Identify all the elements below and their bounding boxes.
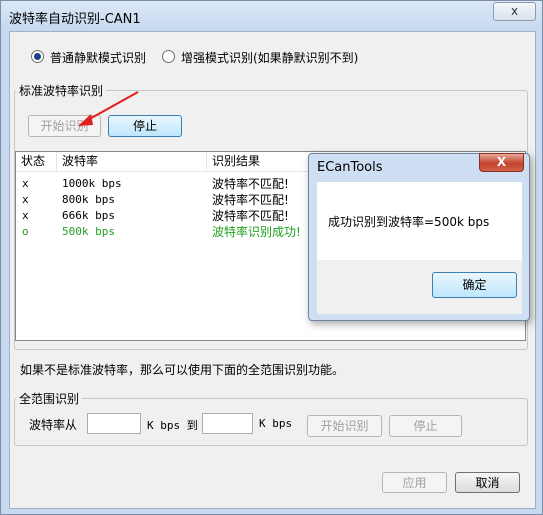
- radio-enhanced-mode[interactable]: [162, 50, 175, 63]
- from-rate-input[interactable]: [87, 413, 141, 434]
- dialog-title: ECanTools: [317, 160, 383, 175]
- row-result: 波特率识别成功!: [212, 225, 301, 239]
- row-status: x: [22, 193, 29, 206]
- row-rate: 500k bps: [62, 225, 115, 238]
- cancel-button[interactable]: 取消: [455, 472, 520, 493]
- dialog-close-button[interactable]: X: [479, 153, 524, 172]
- dialog-ok-button[interactable]: 确定: [432, 272, 517, 298]
- apply-button[interactable]: 应用: [382, 472, 447, 493]
- full-range-stop-button[interactable]: 停止: [389, 415, 462, 437]
- title-bar: 波特率自动识别-CAN1 x: [1, 1, 542, 31]
- dialog-message: 成功识别到波特率=500k bps: [328, 215, 490, 229]
- row-result: 波特率不匹配!: [212, 177, 289, 191]
- row-status: x: [22, 209, 29, 222]
- to-unit-label: K bps: [259, 417, 293, 430]
- row-rate: 1000k bps: [62, 177, 122, 190]
- radio-silent-mode[interactable]: [31, 50, 44, 63]
- row-result: 波特率不匹配!: [212, 209, 289, 223]
- column-header-rate[interactable]: 波特率: [57, 152, 207, 172]
- red-arrow-icon: [78, 91, 139, 126]
- row-result: 波特率不匹配!: [212, 193, 289, 207]
- dialog-body: 成功识别到波特率=500k bps: [317, 182, 522, 260]
- radio-silent-mode-label: 普通静默模式识别: [50, 51, 147, 65]
- row-status: o: [22, 225, 29, 238]
- column-header-status[interactable]: 状态: [16, 152, 57, 172]
- row-rate: 666k bps: [62, 209, 115, 222]
- message-dialog: ECanTools X 成功识别到波特率=500k bps 确定: [308, 153, 530, 321]
- full-range-group-label: 全范围识别: [16, 390, 83, 407]
- from-label: 波特率从: [29, 418, 78, 432]
- to-rate-input[interactable]: [202, 413, 253, 434]
- window-title: 波特率自动识别-CAN1: [9, 12, 141, 27]
- full-range-start-button[interactable]: 开始识别: [307, 415, 382, 437]
- hint-text: 如果不是标准波特率，那么可以使用下面的全范围识别功能。: [20, 363, 345, 377]
- from-unit-label: K bps 到: [147, 419, 198, 432]
- window-close-button[interactable]: x: [493, 2, 536, 21]
- dialog-footer: 确定: [317, 260, 522, 314]
- row-status: x: [22, 177, 29, 190]
- row-rate: 800k bps: [62, 193, 115, 206]
- radio-enhanced-mode-label: 增强模式识别(如果静默识别不到): [181, 51, 359, 65]
